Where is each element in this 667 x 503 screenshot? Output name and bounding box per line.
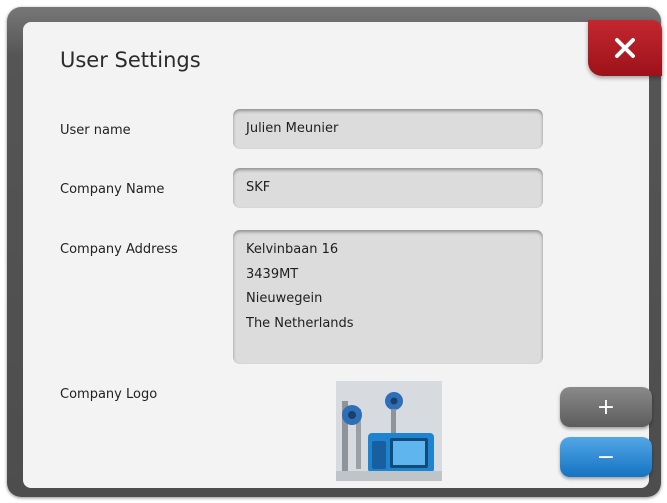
close-button[interactable] [588, 20, 662, 76]
close-icon [615, 38, 635, 58]
company-address-label: Company Address [60, 242, 178, 257]
add-logo-button[interactable]: + [560, 387, 652, 427]
plus-icon: + [596, 394, 616, 420]
remove-logo-button[interactable]: − [560, 437, 652, 477]
address-line: Kelvinbaan 16 [246, 242, 339, 257]
company-address-field[interactable]: Kelvinbaan 16 3439MT Nieuwegein The Neth… [233, 230, 543, 364]
address-line: Nieuwegein [246, 291, 323, 306]
address-line: The Netherlands [246, 315, 354, 331]
user-name-value: Julien Meunier [246, 121, 339, 136]
alignment-tool-illustration [336, 381, 442, 481]
company-name-field[interactable]: SKF [233, 168, 543, 208]
user-name-label: User name [60, 123, 131, 138]
company-logo-image[interactable] [336, 381, 442, 481]
dialog-title: User Settings [60, 48, 201, 72]
user-name-field[interactable]: Julien Meunier [233, 109, 543, 149]
dialog-frame: User Settings User name Julien Meunier C… [7, 7, 662, 497]
user-settings-dialog: User Settings User name Julien Meunier C… [23, 20, 662, 488]
minus-icon: − [596, 444, 616, 470]
company-logo-label: Company Logo [60, 387, 158, 402]
company-name-value: SKF [246, 180, 271, 195]
address-line: 3439MT [246, 266, 299, 282]
company-name-label: Company Name [60, 182, 165, 197]
